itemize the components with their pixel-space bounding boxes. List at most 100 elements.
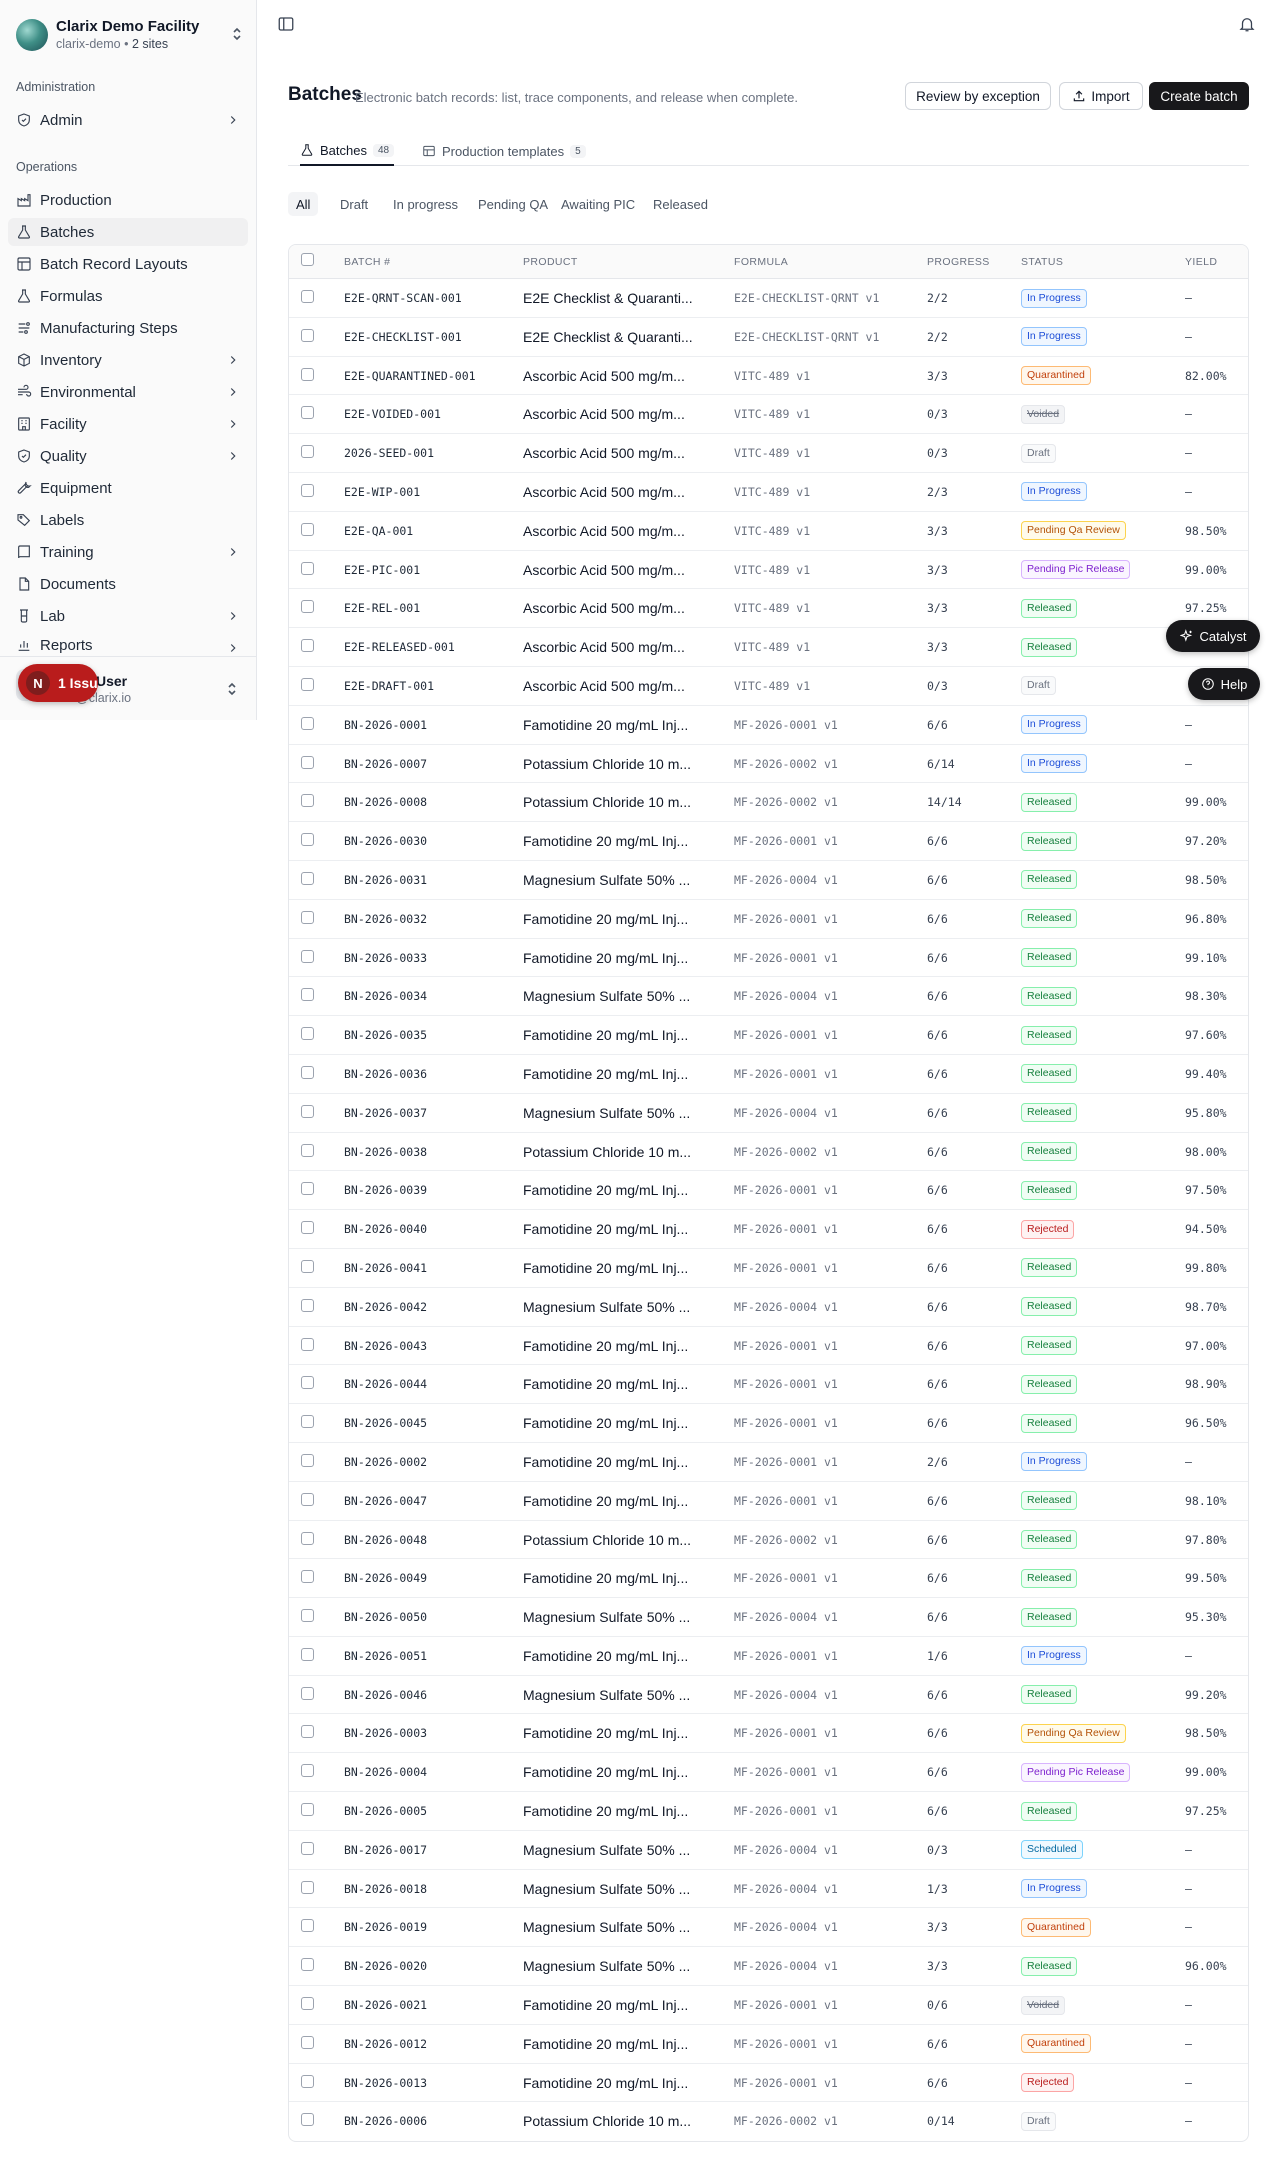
filter-draft[interactable]: Draft bbox=[332, 192, 376, 216]
row-checkbox[interactable] bbox=[301, 561, 314, 575]
sidebar-item-production[interactable]: Production bbox=[8, 186, 248, 214]
row-checkbox[interactable] bbox=[301, 1531, 314, 1545]
table-row[interactable]: BN-2026-0036 Famotidine 20 mg/mL Inj... MF… bbox=[289, 1055, 1248, 1094]
sidebar-toggle-icon[interactable] bbox=[277, 15, 295, 33]
row-checkbox[interactable] bbox=[301, 833, 314, 847]
table-row[interactable]: BN-2026-0017 Magnesium Sulfate 50% ... MF-… bbox=[289, 1831, 1248, 1870]
table-row[interactable]: BN-2026-0007 Potassium Chloride 10 m... MF… bbox=[289, 745, 1248, 784]
table-row[interactable]: E2E-DRAFT-001 Ascorbic Acid 500 mg/m... VI… bbox=[289, 667, 1248, 706]
table-row[interactable]: BN-2026-0020 Magnesium Sulfate 50% ... MF-… bbox=[289, 1947, 1248, 1987]
filter-pending-qa[interactable]: Pending QA bbox=[470, 192, 556, 216]
table-row[interactable]: E2E-QRNT-SCAN-001 E2E Checklist & Quarant… bbox=[289, 279, 1248, 318]
row-checkbox[interactable] bbox=[301, 1725, 314, 1739]
table-row[interactable]: BN-2026-0030 Famotidine 20 mg/mL Inj... MF… bbox=[289, 822, 1248, 861]
row-checkbox[interactable] bbox=[301, 1298, 314, 1312]
batch-number[interactable]: BN-2026-0037 bbox=[344, 1094, 514, 1132]
row-checkbox[interactable] bbox=[301, 1609, 314, 1623]
sidebar-item-batches[interactable]: Batches bbox=[8, 218, 248, 246]
sidebar-item-training[interactable]: Training bbox=[8, 538, 248, 566]
sidebar-item-batch-record-layouts[interactable]: Batch Record Layouts bbox=[8, 250, 248, 278]
table-row[interactable]: BN-2026-0051 Famotidine 20 mg/mL Inj... MF… bbox=[289, 1637, 1248, 1676]
batch-number[interactable]: BN-2026-0046 bbox=[344, 1676, 514, 1714]
batch-number[interactable]: BN-2026-0047 bbox=[344, 1482, 514, 1520]
batch-number[interactable]: BN-2026-0050 bbox=[344, 1598, 514, 1636]
table-row[interactable]: BN-2026-0001 Famotidine 20 mg/mL Inj... MF… bbox=[289, 706, 1248, 745]
table-row[interactable]: BN-2026-0044 Famotidine 20 mg/mL Inj... MF… bbox=[289, 1365, 1248, 1405]
table-row[interactable]: BN-2026-0006 Potassium Chloride 10 m... MF… bbox=[289, 2102, 1248, 2141]
batch-number[interactable]: E2E-VOIDED-001 bbox=[344, 395, 514, 433]
batch-number[interactable]: BN-2026-0041 bbox=[344, 1249, 514, 1287]
table-row[interactable]: BN-2026-0040 Famotidine 20 mg/mL Inj... MF… bbox=[289, 1210, 1248, 1249]
batch-number[interactable]: E2E-DRAFT-001 bbox=[344, 667, 514, 705]
review-by-exception-button[interactable]: Review by exception bbox=[905, 82, 1051, 110]
row-checkbox[interactable] bbox=[301, 1027, 314, 1041]
row-checkbox[interactable] bbox=[301, 2113, 314, 2127]
batch-number[interactable]: BN-2026-0051 bbox=[344, 1637, 514, 1675]
batch-number[interactable]: BN-2026-0001 bbox=[344, 706, 514, 744]
table-row[interactable]: BN-2026-0008 Potassium Chloride 10 m... MF… bbox=[289, 783, 1248, 823]
row-checkbox[interactable] bbox=[301, 794, 314, 808]
table-row[interactable]: BN-2026-0018 Magnesium Sulfate 50% ... MF-… bbox=[289, 1870, 1248, 1909]
row-checkbox[interactable] bbox=[301, 600, 314, 614]
row-checkbox[interactable] bbox=[301, 1337, 314, 1351]
row-checkbox[interactable] bbox=[301, 1453, 314, 1467]
row-checkbox[interactable] bbox=[301, 1764, 314, 1778]
batch-number[interactable]: BN-2026-0005 bbox=[344, 1792, 514, 1830]
table-row[interactable]: BN-2026-0048 Potassium Chloride 10 m... MF… bbox=[289, 1521, 1248, 1560]
row-checkbox[interactable] bbox=[301, 1647, 314, 1661]
batch-number[interactable]: BN-2026-0006 bbox=[344, 2102, 514, 2140]
filter-awaiting-pic[interactable]: Awaiting PIC bbox=[553, 192, 643, 216]
row-checkbox[interactable] bbox=[301, 1182, 314, 1196]
batch-number[interactable]: BN-2026-0049 bbox=[344, 1559, 514, 1597]
select-all-checkbox[interactable] bbox=[301, 253, 314, 266]
batch-number[interactable]: BN-2026-0007 bbox=[344, 745, 514, 783]
table-row[interactable]: BN-2026-0035 Famotidine 20 mg/mL Inj... MF… bbox=[289, 1016, 1248, 1055]
batch-number[interactable]: BN-2026-0042 bbox=[344, 1288, 514, 1326]
import-button[interactable]: Import bbox=[1059, 82, 1143, 110]
sidebar-item-lab[interactable]: Lab bbox=[8, 602, 248, 630]
column-header-progress[interactable]: PROGRESS bbox=[927, 256, 990, 268]
batch-number[interactable]: BN-2026-0003 bbox=[344, 1714, 514, 1752]
sidebar-item-reports[interactable]: Reports bbox=[8, 634, 248, 656]
row-checkbox[interactable] bbox=[301, 1686, 314, 1700]
batch-number[interactable]: BN-2026-0019 bbox=[344, 1908, 514, 1946]
batch-number[interactable]: BN-2026-0036 bbox=[344, 1055, 514, 1093]
batch-number[interactable]: BN-2026-0002 bbox=[344, 1443, 514, 1481]
batch-number[interactable]: BN-2026-0035 bbox=[344, 1016, 514, 1054]
row-checkbox[interactable] bbox=[301, 1104, 314, 1118]
row-checkbox[interactable] bbox=[301, 1570, 314, 1584]
table-row[interactable]: BN-2026-0033 Famotidine 20 mg/mL Inj... MF… bbox=[289, 939, 1248, 978]
row-checkbox[interactable] bbox=[301, 1919, 314, 1933]
column-header-batch[interactable]: BATCH # bbox=[344, 256, 390, 268]
batch-number[interactable]: BN-2026-0030 bbox=[344, 822, 514, 860]
sidebar-item-equipment[interactable]: Equipment bbox=[8, 474, 248, 502]
filter-released[interactable]: Released bbox=[645, 192, 716, 216]
batch-number[interactable]: E2E-CHECKLIST-001 bbox=[344, 318, 514, 356]
sidebar-item-environmental[interactable]: Environmental bbox=[8, 378, 248, 406]
table-row[interactable]: E2E-RELEASED-001 Ascorbic Acid 500 mg/m..… bbox=[289, 628, 1248, 667]
batch-number[interactable]: BN-2026-0034 bbox=[344, 977, 514, 1015]
table-row[interactable]: BN-2026-0002 Famotidine 20 mg/mL Inj... MF… bbox=[289, 1443, 1248, 1482]
batch-number[interactable]: BN-2026-0021 bbox=[344, 1986, 514, 2024]
create-batch-button[interactable]: Create batch bbox=[1149, 82, 1249, 110]
table-row[interactable]: BN-2026-0003 Famotidine 20 mg/mL Inj... MF… bbox=[289, 1714, 1248, 1754]
batch-number[interactable]: BN-2026-0048 bbox=[344, 1521, 514, 1559]
table-row[interactable]: BN-2026-0032 Famotidine 20 mg/mL Inj... MF… bbox=[289, 900, 1248, 939]
batch-number[interactable]: BN-2026-0040 bbox=[344, 1210, 514, 1248]
column-header-formula[interactable]: FORMULA bbox=[734, 256, 788, 268]
table-row[interactable]: BN-2026-0049 Famotidine 20 mg/mL Inj... MF… bbox=[289, 1559, 1248, 1599]
batch-number[interactable]: E2E-PIC-001 bbox=[344, 551, 514, 589]
row-checkbox[interactable] bbox=[301, 522, 314, 536]
row-checkbox[interactable] bbox=[301, 1221, 314, 1235]
row-checkbox[interactable] bbox=[301, 639, 314, 653]
row-checkbox[interactable] bbox=[301, 2035, 314, 2049]
table-row[interactable]: BN-2026-0039 Famotidine 20 mg/mL Inj... MF… bbox=[289, 1171, 1248, 1211]
tab-production-templates[interactable]: Production templates 5 bbox=[422, 136, 586, 166]
batch-number[interactable]: BN-2026-0020 bbox=[344, 1947, 514, 1985]
row-checkbox[interactable] bbox=[301, 716, 314, 730]
batch-number[interactable]: BN-2026-0017 bbox=[344, 1831, 514, 1869]
row-checkbox[interactable] bbox=[301, 1841, 314, 1855]
row-checkbox[interactable] bbox=[301, 1958, 314, 1972]
bell-icon[interactable] bbox=[1238, 15, 1256, 33]
batch-number[interactable]: BN-2026-0045 bbox=[344, 1404, 514, 1442]
